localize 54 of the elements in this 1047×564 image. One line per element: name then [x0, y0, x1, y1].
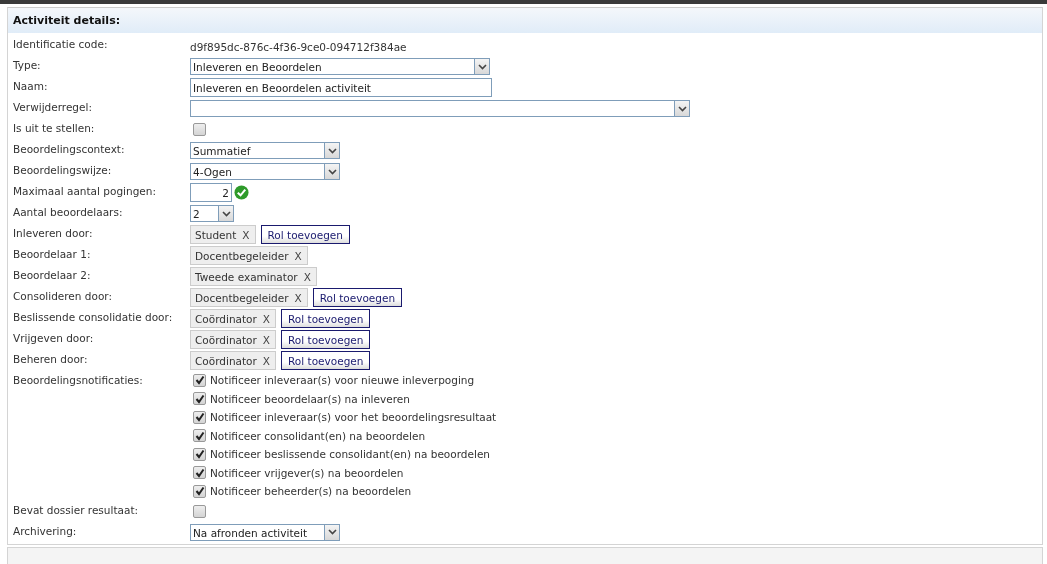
role-tag: Tweede examinator X — [190, 267, 317, 286]
checkbox-label: Notificeer beheerder(s) na beoordelen — [210, 485, 412, 498]
field-label: Beoordelaar 1: — [13, 247, 92, 260]
remove-role-button[interactable]: X — [262, 333, 271, 346]
field-label: Maximaal aantal pogingen: — [13, 184, 157, 197]
field-label: Vrijgeven door: — [13, 331, 95, 344]
checkbox-label: Notificeer consolidant(en) na beoordelen — [210, 429, 426, 442]
checkbox-label: Notificeer beoordelaar(s) na inleveren — [210, 392, 410, 405]
add-role-button[interactable]: Rol toevoegen — [312, 288, 403, 307]
field-label: Beoordelingswijze: — [13, 163, 113, 176]
field-label: Beoordelingsnotificaties: — [13, 373, 144, 386]
input-field[interactable]: Inleveren en Beoordelen activiteit — [190, 78, 492, 97]
dropdown[interactable]: Na afronden activiteit — [190, 523, 340, 541]
field-value: d9f895dc-876c-4f36-9ce0-094712f384ae — [190, 40, 407, 53]
field-label: Aantal beoordelaars: — [13, 205, 124, 218]
field-label: Verwijderregel: — [13, 100, 93, 113]
dropdown[interactable]: 2 — [190, 205, 234, 222]
checkbox-label: Notificeer vrijgever(s) na beoordelen — [210, 466, 404, 479]
remove-role-button[interactable]: X — [242, 228, 250, 241]
field-label: Bevat dossier resultaat: — [13, 502, 140, 516]
panel-title: Activiteit details: — [13, 14, 121, 27]
checkbox-label: Notificeer inleveraar(s) voor nieuwe inleverpoging — [210, 374, 475, 387]
role-tag: Coördinator X — [190, 309, 277, 328]
field-label: Beoordelaar 2: — [13, 268, 92, 281]
checkbox-label: Notificeer beslissende consolidant(en) na beoordelen — [210, 448, 490, 461]
add-role-button[interactable]: Rol toevoegen — [281, 330, 371, 349]
role-tag: Docentbegeleider X — [190, 246, 308, 265]
role-tag: Coördinator X — [190, 330, 277, 349]
field-label: Beslissende consolidatie door: — [13, 310, 174, 323]
remove-role-button[interactable]: X — [303, 270, 311, 283]
add-role-button[interactable]: Rol toevoegen — [260, 225, 350, 244]
add-role-button[interactable]: Rol toevoegen — [281, 309, 371, 328]
remove-role-button[interactable]: X — [262, 354, 271, 367]
field-label: Beoordelingscontext: — [13, 142, 126, 155]
field-label: Archivering: — [13, 523, 78, 537]
remove-role-button[interactable]: X — [262, 312, 271, 325]
role-tag: Coördinator X — [190, 351, 277, 370]
field-label: Is uit te stellen: — [13, 121, 96, 134]
dropdown[interactable]: Inleveren en Beoordelen — [190, 58, 490, 75]
field-label: Identificatie code: — [13, 37, 109, 50]
role-tag: Student X — [190, 225, 256, 244]
remove-role-button[interactable]: X — [294, 249, 302, 262]
field-label: Naam: — [13, 79, 49, 92]
field-label: Beheren door: — [13, 352, 89, 365]
checkbox-label: Notificeer inleveraar(s) voor het beoordelingsresultaat — [210, 411, 497, 424]
field-label: Consolideren door: — [13, 289, 113, 302]
number-field[interactable]: 2 — [190, 183, 232, 202]
add-role-button[interactable]: Rol toevoegen — [281, 351, 371, 370]
field-label: Inleveren door: — [13, 226, 94, 239]
dropdown[interactable]: Summatief — [190, 142, 340, 159]
dropdown[interactable]: 4-Ogen — [190, 163, 340, 180]
remove-role-button[interactable]: X — [294, 291, 302, 304]
role-tag: Docentbegeleider X — [190, 288, 308, 307]
field-label: Type: — [13, 58, 42, 71]
